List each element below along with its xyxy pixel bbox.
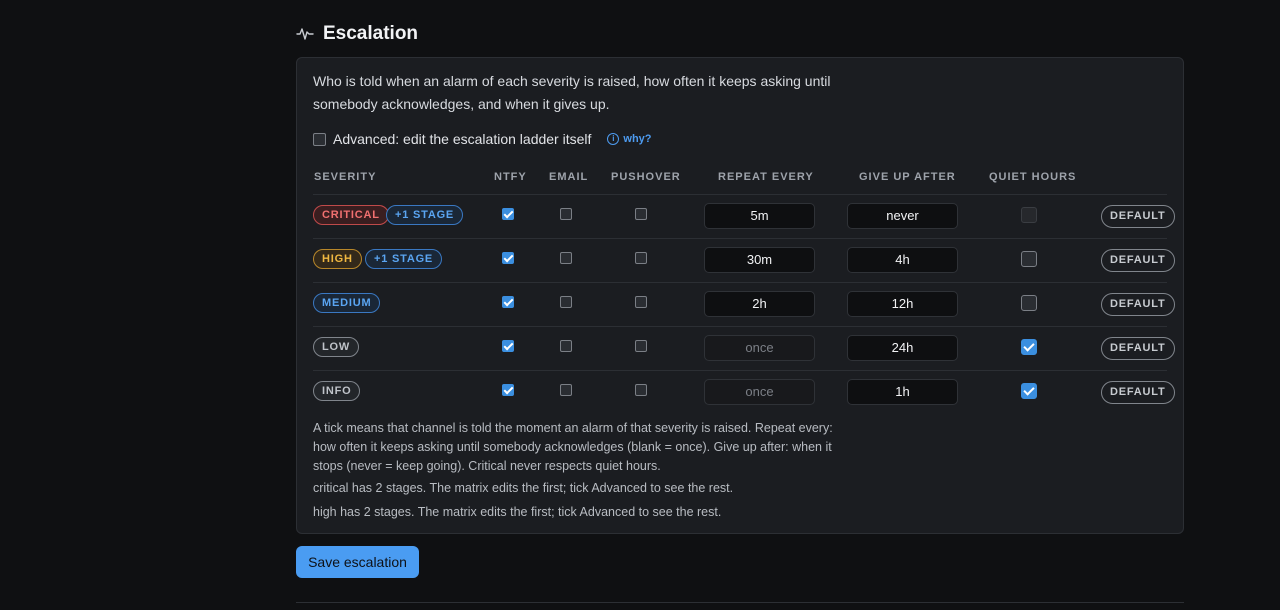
ntfy-checkbox-medium[interactable] — [502, 296, 514, 308]
section-title: Escalation — [323, 23, 419, 44]
activity-icon — [296, 28, 314, 40]
severity-badge-info: INFO — [313, 381, 361, 401]
info-icon: i — [607, 133, 620, 145]
stage-note-high: high has 2 stages. The matrix edits the … — [313, 505, 722, 519]
email-checkbox-medium[interactable] — [560, 296, 572, 308]
ntfy-checkbox-critical[interactable] — [502, 208, 514, 220]
escalation-card: Who is told when an alarm of each severi… — [296, 57, 1184, 534]
advanced-label: Advanced: edit the escalation ladder its… — [333, 131, 592, 147]
default-button-info[interactable]: DEFAULT — [1101, 381, 1175, 404]
default-button-critical[interactable]: DEFAULT — [1101, 205, 1175, 228]
quiet-hours-checkbox-critical — [1021, 207, 1037, 223]
give-up-after-input-low[interactable]: 24h — [847, 335, 958, 361]
repeat-every-input-critical[interactable]: 5m — [704, 203, 815, 229]
ntfy-checkbox-high[interactable] — [502, 252, 514, 264]
col-severity: SEVERITY — [314, 171, 377, 183]
col-pushover: PUSHOVER — [611, 171, 681, 183]
col-quiet-hours: QUIET HOURS — [989, 171, 1077, 183]
ntfy-checkbox-info[interactable] — [502, 384, 514, 396]
give-up-after-input-medium[interactable]: 12h — [847, 291, 958, 317]
pushover-checkbox-low[interactable] — [635, 340, 647, 352]
quiet-hours-checkbox-low[interactable] — [1021, 339, 1037, 355]
ntfy-checkbox-low[interactable] — [502, 340, 514, 352]
quiet-hours-checkbox-info[interactable] — [1021, 383, 1037, 399]
col-repeat-every: REPEAT EVERY — [718, 171, 814, 183]
save-escalation-button[interactable]: Save escalation — [296, 546, 419, 578]
give-up-after-input-critical[interactable]: never — [847, 203, 958, 229]
repeat-every-input-medium[interactable]: 2h — [704, 291, 815, 317]
stage-badge-high[interactable]: +1 STAGE — [365, 249, 443, 269]
pushover-checkbox-medium[interactable] — [635, 296, 647, 308]
severity-row-critical: CRITICAL +1 STAGE 5m never DEFAULT — [313, 195, 1175, 239]
quiet-hours-checkbox-high[interactable] — [1021, 251, 1037, 267]
give-up-after-input-info[interactable]: 1h — [847, 379, 958, 405]
email-checkbox-info[interactable] — [560, 384, 572, 396]
help-text: A tick means that channel is told the mo… — [313, 421, 833, 473]
severity-badge-critical: CRITICAL — [313, 205, 389, 225]
give-up-after-input-high[interactable]: 4h — [847, 247, 958, 273]
col-give-up-after: GIVE UP AFTER — [859, 171, 956, 183]
advanced-toggle[interactable]: Advanced: edit the escalation ladder its… — [313, 130, 652, 148]
table-header: SEVERITY NTFY EMAIL PUSHOVER REPEAT EVER… — [313, 165, 1167, 195]
email-checkbox-critical[interactable] — [560, 208, 572, 220]
repeat-every-input-high[interactable]: 30m — [704, 247, 815, 273]
pushover-checkbox-info[interactable] — [635, 384, 647, 396]
email-checkbox-high[interactable] — [560, 252, 572, 264]
why-link[interactable]: i why? — [607, 133, 652, 145]
severity-badge-high: HIGH — [313, 249, 362, 269]
severity-row-medium: MEDIUM 2h 12h DEFAULT — [313, 283, 1175, 327]
divider — [296, 602, 1184, 603]
section-header: Escalation — [296, 22, 418, 46]
pushover-checkbox-critical[interactable] — [635, 208, 647, 220]
default-button-medium[interactable]: DEFAULT — [1101, 293, 1175, 316]
email-checkbox-low[interactable] — [560, 340, 572, 352]
stage-note-critical: critical has 2 stages. The matrix edits … — [313, 481, 734, 495]
severity-row-low: LOW once 24h DEFAULT — [313, 327, 1175, 371]
advanced-checkbox[interactable] — [313, 132, 326, 146]
stage-badge-critical[interactable]: +1 STAGE — [386, 205, 464, 225]
escalation-matrix: SEVERITY NTFY EMAIL PUSHOVER REPEAT EVER… — [313, 165, 1175, 414]
default-button-high[interactable]: DEFAULT — [1101, 249, 1175, 272]
why-label: why? — [623, 133, 652, 145]
quiet-hours-checkbox-medium[interactable] — [1021, 295, 1037, 311]
severity-row-info: INFO once 1h DEFAULT — [313, 371, 1175, 414]
severity-badge-medium: MEDIUM — [313, 293, 381, 313]
default-button-low[interactable]: DEFAULT — [1101, 337, 1175, 360]
repeat-every-input-low[interactable]: once — [704, 335, 815, 361]
col-email: EMAIL — [549, 171, 589, 183]
repeat-every-input-info[interactable]: once — [704, 379, 815, 405]
col-ntfy: NTFY — [494, 171, 527, 183]
severity-row-high: HIGH +1 STAGE 30m 4h DEFAULT — [313, 239, 1175, 283]
pushover-checkbox-high[interactable] — [635, 252, 647, 264]
severity-badge-low: LOW — [313, 337, 360, 357]
intro-text: Who is told when an alarm of each severi… — [313, 73, 831, 112]
